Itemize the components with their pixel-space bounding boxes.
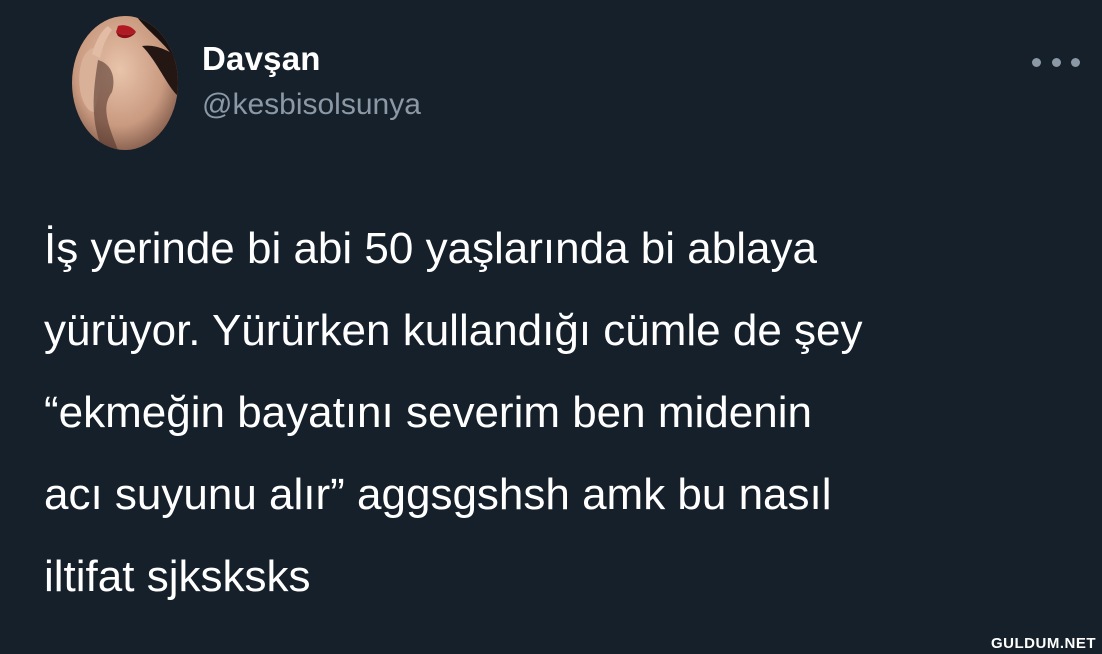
tweet-text: İş yerinde bi abi 50 yaşlarında bi ablay… bbox=[44, 208, 1084, 618]
tweet-text-line: acı suyunu alır” aggsgshsh amk bu nasıl bbox=[44, 470, 832, 519]
avatar-image bbox=[72, 16, 178, 150]
author-handle[interactable]: @kesbisolsunya bbox=[202, 88, 421, 122]
more-horizontal-icon-dot-2 bbox=[1051, 57, 1061, 67]
tweet-text-line: “ekmeğin bayatını severim ben midenin bbox=[44, 388, 812, 437]
watermark: GULDUM.NET bbox=[991, 635, 1096, 652]
more-horizontal-icon-dot-3 bbox=[1071, 57, 1080, 67]
more-options-button[interactable] bbox=[1032, 50, 1080, 74]
tweet-text-line: yürüyor. Yürürken kullandığı cümle de şe… bbox=[44, 306, 863, 355]
author-display-name[interactable]: Davşan bbox=[202, 40, 321, 78]
tweet-text-line: iltifat sjksksks bbox=[44, 552, 311, 601]
more-horizontal-icon bbox=[1032, 57, 1041, 67]
avatar[interactable] bbox=[72, 16, 178, 150]
tweet-screenshot: Davşan @kesbisolsunya İş yerinde bi abi … bbox=[0, 0, 1102, 654]
tweet-text-line: İş yerinde bi abi 50 yaşlarında bi ablay… bbox=[44, 224, 817, 273]
